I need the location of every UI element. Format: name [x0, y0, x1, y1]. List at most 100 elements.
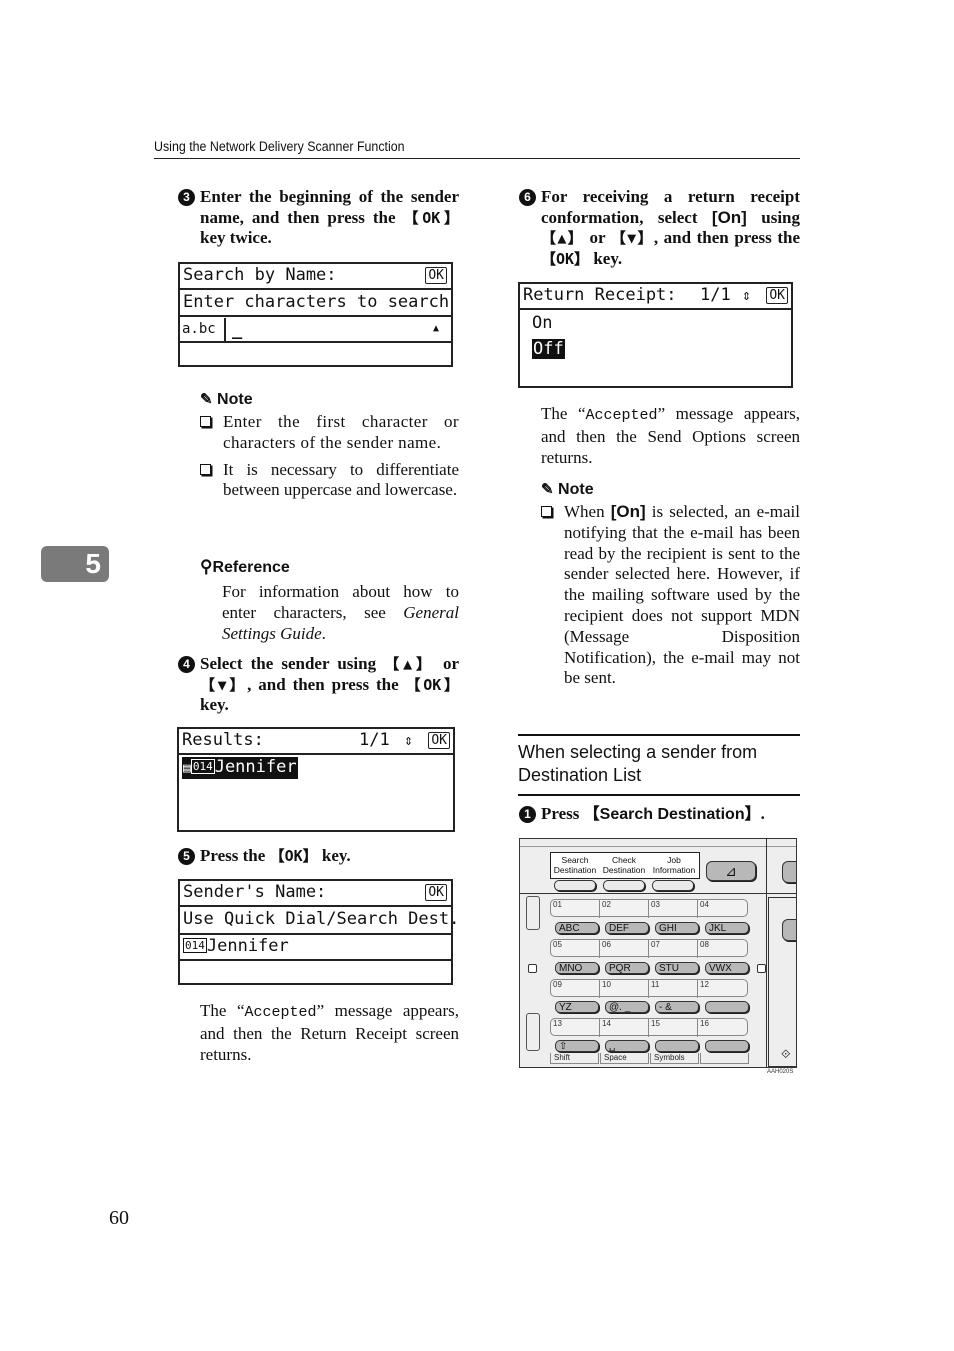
step-text: Press the [200, 846, 270, 865]
letter-key[interactable]: ABC [555, 922, 599, 934]
quick-dial-key[interactable]: 13 [551, 1019, 600, 1037]
quick-dial-key[interactable]: 06 [600, 940, 649, 958]
letter-key[interactable]: PQR [605, 962, 649, 974]
check-destination-button[interactable] [603, 880, 645, 891]
page-up-tab[interactable] [526, 896, 540, 930]
tab-search-destination[interactable]: Search Destination [551, 855, 599, 875]
quick-dial-key[interactable]: 10 [600, 980, 649, 998]
quick-dial-key[interactable]: 09 [551, 980, 600, 998]
note-heading-label: Note [217, 391, 253, 408]
page-down-tab[interactable] [526, 1013, 540, 1051]
step-text: key. [317, 846, 351, 865]
letter-key[interactable]: @. _ [605, 1001, 649, 1013]
step-3: 3 Enter the beginning of the sender name… [178, 187, 459, 249]
space-key[interactable]: ␣ [605, 1040, 649, 1052]
clear-modes-button[interactable]: ⊿ [706, 861, 756, 881]
step-1: 1 Press 【Search Destination】. [519, 804, 800, 826]
note-item: Enter the first character or characters … [200, 412, 459, 454]
quick-dial-row: 01 02 03 04 [550, 899, 748, 918]
image-code: AAH020S [767, 1069, 794, 1075]
letter-key[interactable]: YZ [555, 1001, 599, 1013]
quick-dial-key[interactable]: 01 [551, 900, 600, 918]
search-destination-button[interactable] [554, 880, 596, 891]
ok-button[interactable]: OK [425, 267, 447, 284]
on-option-label: [On] [610, 502, 646, 521]
option-off-selected[interactable]: Off [532, 339, 565, 359]
up-key: 【▲】 [541, 229, 584, 247]
lcd-title: Results: [182, 730, 264, 750]
shift-key[interactable]: ⇧ [555, 1040, 599, 1052]
pencil-icon: ✎ [200, 391, 213, 408]
quick-dial-row: 05 06 07 08 [550, 939, 748, 958]
page-indicator: 1/1 [359, 730, 390, 750]
symbols-key[interactable] [655, 1040, 699, 1052]
note-1: ✎ Note Enter the first character or char… [200, 390, 459, 501]
step-number: 1 [519, 806, 536, 823]
letter-key[interactable]: MNO [555, 962, 599, 974]
on-option-label: [On] [711, 207, 747, 227]
note-item: It is necessary to differentiate between… [200, 460, 459, 502]
quick-dial-key[interactable]: 04 [698, 900, 747, 918]
up-key: 【▲】 [384, 655, 435, 673]
blank-key[interactable] [705, 1040, 749, 1052]
step-number: 5 [178, 848, 195, 865]
option-on[interactable]: On [532, 313, 552, 333]
quick-dial-key[interactable]: 12 [698, 980, 747, 998]
key-label [700, 1053, 749, 1064]
section-rule-top [518, 734, 800, 736]
step-number: 4 [178, 656, 195, 673]
quick-dial-key[interactable]: 03 [649, 900, 698, 918]
ok-button[interactable]: OK [766, 287, 788, 304]
arrow-up-icon: ▲ [432, 323, 439, 334]
step-text: Select the sender using [200, 654, 385, 673]
accepted-message-text: The “Accepted” message appears, and then… [541, 404, 800, 468]
letter-key[interactable]: - & [655, 1001, 699, 1013]
tab-check-destination[interactable]: Check Destination [600, 855, 648, 875]
quick-dial-key[interactable]: 05 [551, 940, 600, 958]
letter-key[interactable]: DEF [605, 922, 649, 934]
step-text: Press [541, 804, 584, 823]
lcd-prompt-row: Enter characters to search [180, 290, 451, 317]
accepted-literal: Accepted [585, 407, 658, 424]
quick-dial-key[interactable]: 16 [698, 1019, 747, 1037]
quick-dial-key[interactable]: 08 [698, 940, 747, 958]
step-text: key twice. [200, 228, 272, 247]
quick-dial-key[interactable]: 14 [600, 1019, 649, 1037]
lcd-title-row: Return Receipt: 1/1 ⇕ OK [520, 284, 791, 310]
step-number: 6 [519, 189, 536, 206]
clear-modes-icon: ⊿ [725, 863, 737, 879]
search-input[interactable] [236, 317, 429, 339]
letter-key[interactable]: GHI [655, 922, 699, 934]
letter-key[interactable]: STU [655, 962, 699, 974]
start-icon[interactable]: ⟐ [781, 1047, 790, 1062]
lcd-senders-name: Sender's Name: OK Use Quick Dial/Search … [178, 879, 459, 985]
ok-button[interactable]: OK [425, 884, 447, 901]
letter-key[interactable]: JKL [705, 922, 749, 934]
header-rule [154, 158, 800, 159]
quick-dial-key[interactable]: 15 [649, 1019, 698, 1037]
tab-job-information[interactable]: Job Information [649, 855, 699, 875]
ok-key: 【OK】 [269, 847, 318, 865]
panel-divider [766, 839, 767, 1067]
ok-button[interactable]: OK [428, 732, 450, 749]
updown-arrow-icon[interactable]: ⇕ [404, 729, 413, 751]
result-item-selected[interactable]: ▤ 014 Jennifer [182, 757, 298, 779]
quick-dial-key[interactable]: 07 [649, 940, 698, 958]
lcd-sender-row[interactable]: 014 Jennifer [180, 935, 451, 961]
input-mode[interactable]: a.bc [180, 318, 226, 342]
side-button[interactable] [782, 861, 796, 883]
checkbox-bullet-icon [200, 463, 211, 475]
function-tabs: Search Destination Check Destination Job… [550, 852, 700, 879]
panel-edge [520, 846, 796, 847]
quick-dial-key[interactable]: 02 [600, 900, 649, 918]
lcd-title-row: Results: 1/1 ⇕ OK [179, 729, 453, 755]
panel-divider [520, 893, 766, 894]
quick-dial-key[interactable]: 11 [649, 980, 698, 998]
ok-key: 【OK】 [405, 675, 460, 694]
note-item-text: Enter the first character or characters … [223, 412, 459, 452]
key-label: Space [600, 1053, 649, 1064]
updown-arrow-icon[interactable]: ⇕ [742, 284, 751, 306]
letter-key[interactable] [705, 1001, 749, 1013]
letter-key[interactable]: VWX [705, 962, 749, 974]
job-information-button[interactable] [652, 880, 694, 891]
